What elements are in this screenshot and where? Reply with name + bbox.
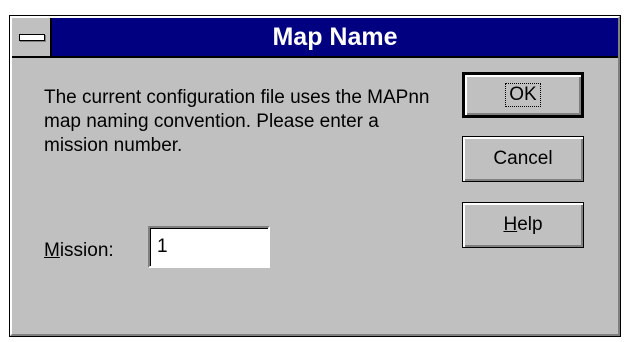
cancel-button[interactable]: Cancel [462,136,584,182]
dialog-message: The current configuration file uses the … [44,87,430,156]
cancel-button-label: Cancel [493,148,553,169]
mission-label-text: ission: [59,240,114,261]
title-bar[interactable]: Map Name [12,18,618,58]
system-menu-icon [19,34,45,41]
mission-label-accelerator: M [44,240,60,261]
map-name-dialog: Map Name The current configuration file … [9,15,621,337]
ok-button-label: OK [505,83,541,107]
help-button-accelerator: H [503,214,518,235]
mission-input-value[interactable]: 1 [150,228,268,266]
mission-label: Mission: [44,240,114,262]
help-button-text: elp [517,214,543,235]
system-menu-button[interactable] [12,18,52,56]
ok-button[interactable]: OK [462,72,584,118]
help-button[interactable]: Help [462,202,584,248]
help-button-label: Help [503,215,542,235]
dialog-title: Map Name [272,23,398,51]
mission-input[interactable]: 1 [148,226,270,268]
